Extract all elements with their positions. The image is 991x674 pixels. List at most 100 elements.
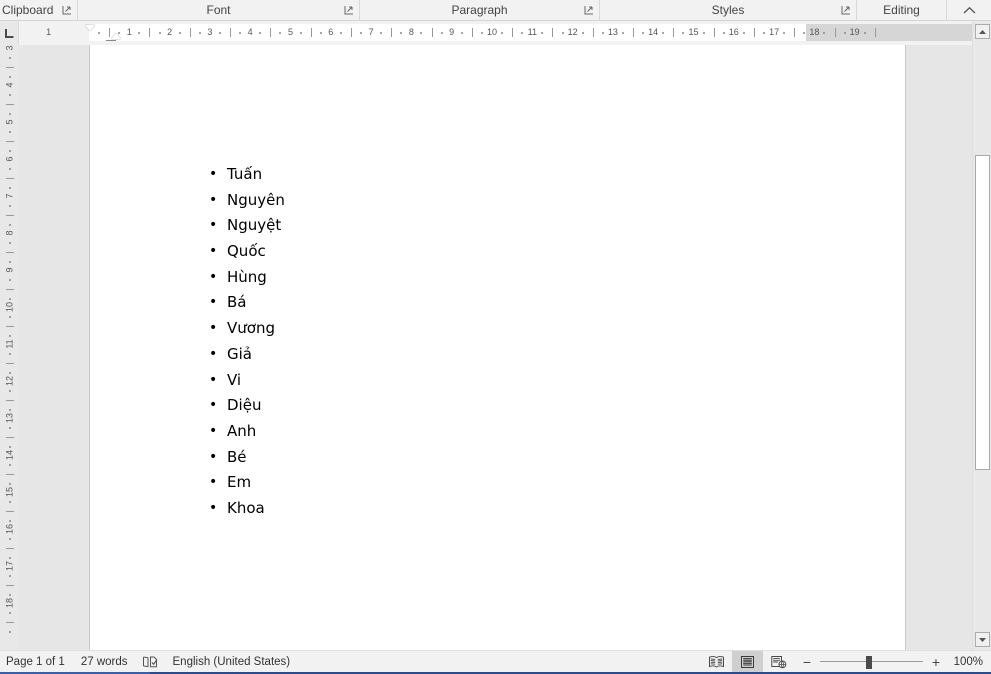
- ruler-minor-tick: [300, 32, 302, 34]
- list-item[interactable]: •Diệu: [195, 393, 695, 419]
- ruler-minor-tick: [461, 32, 463, 34]
- vertical-ruler-half-tick: [6, 585, 14, 586]
- ruler-minor-tick: [219, 32, 221, 34]
- vertical-ruler-minor-tick: [9, 631, 11, 633]
- status-language[interactable]: English (United States): [165, 651, 299, 673]
- ruler-number-11: 11: [525, 24, 539, 41]
- zoom-in-button[interactable]: +: [929, 655, 943, 669]
- vertical-scrollbar[interactable]: [972, 21, 991, 650]
- list-item[interactable]: •Giả: [195, 342, 695, 368]
- vertical-ruler-minor-tick: [9, 131, 11, 133]
- list-item[interactable]: •Vương: [195, 316, 695, 342]
- ribbon-group-styles[interactable]: Styles: [600, 0, 857, 21]
- ruler-minor-tick: [743, 32, 745, 34]
- vertical-ruler-minor-tick: [9, 261, 11, 263]
- list-item-label: Anh: [227, 422, 256, 440]
- clipboard-dialog-launcher-icon[interactable]: [62, 5, 72, 15]
- first-line-indent-marker[interactable]: [85, 25, 95, 31]
- vertical-ruler-minor-tick: [9, 427, 11, 429]
- ruler-minor-tick: [602, 32, 604, 34]
- view-button-print-layout[interactable]: [732, 651, 763, 673]
- vertical-ruler-minor-tick: [9, 76, 11, 78]
- list-item[interactable]: •Vi: [195, 368, 695, 394]
- status-word-count[interactable]: 27 words: [73, 651, 136, 673]
- vertical-ruler-number-7: 7: [3, 187, 17, 206]
- vertical-ruler-minor-tick: [9, 520, 11, 522]
- ruler-half-tick: [391, 28, 392, 37]
- scroll-up-icon[interactable]: [975, 24, 990, 39]
- vertical-ruler-number-12: 12: [3, 372, 17, 391]
- list-item-label: Quốc: [227, 242, 266, 260]
- ribbon-group-clipboard[interactable]: Clipboard: [0, 0, 78, 21]
- ruler-half-tick: [270, 28, 271, 37]
- tab-stop-selector-button[interactable]: [0, 21, 19, 45]
- zoom-control[interactable]: − +: [794, 655, 949, 669]
- list-item[interactable]: •Em: [195, 470, 695, 496]
- zoom-slider-thumb[interactable]: [866, 656, 872, 669]
- list-item-label: Nguyệt: [227, 216, 281, 234]
- scroll-down-icon[interactable]: [975, 632, 990, 647]
- list-item-label: Hùng: [227, 268, 267, 286]
- chevron-up-icon[interactable]: [947, 0, 991, 21]
- ribbon-group-editing[interactable]: Editing: [857, 0, 947, 21]
- vertical-ruler-number-3: 3: [3, 45, 17, 58]
- vertical-ruler-minor-tick: [9, 205, 11, 207]
- list-item[interactable]: • Nguyệt: [195, 213, 695, 239]
- vertical-ruler[interactable]: 3456789101112131415161718: [0, 45, 19, 650]
- list-item[interactable]: • Hùng: [195, 265, 695, 291]
- word-document-window: Clipboard Font Paragraph Styles Editing: [0, 0, 991, 674]
- list-item-label: Vi: [227, 371, 241, 389]
- bullet-icon: •: [209, 316, 217, 342]
- bulleted-name-list[interactable]: •Tuấn•Nguyên•Nguyệt•Quốc•Hùng•Bá•Vương•G…: [195, 162, 695, 522]
- document-page[interactable]: •Tuấn•Nguyên•Nguyệt•Quốc•Hùng•Bá•Vương•G…: [89, 45, 906, 650]
- zoom-out-button[interactable]: −: [800, 655, 814, 669]
- vertical-ruler-minor-tick: [9, 483, 11, 485]
- ruler-half-tick: [714, 28, 715, 37]
- list-item[interactable]: •Bá: [195, 290, 695, 316]
- font-dialog-launcher-icon[interactable]: [344, 5, 354, 15]
- vertical-scrollbar-thumb[interactable]: [975, 155, 990, 470]
- bullet-icon: •: [209, 213, 217, 239]
- ruler-minor-tick: [481, 32, 483, 34]
- hanging-indent-marker[interactable]: [111, 33, 121, 39]
- bullet-icon: •: [209, 265, 217, 291]
- vertical-ruler-half-tick: [6, 178, 14, 179]
- zoom-slider[interactable]: [820, 655, 923, 669]
- left-indent-marker[interactable]: [106, 40, 116, 41]
- ruler-number-9: 9: [445, 24, 459, 41]
- bullet-icon: •: [209, 188, 217, 214]
- ruler-number-15: 15: [687, 24, 701, 41]
- list-item[interactable]: •Anh: [195, 419, 695, 445]
- list-item-label: Em: [227, 473, 251, 491]
- list-item[interactable]: •Quốc: [195, 239, 695, 265]
- vertical-ruler-number-17: 17: [3, 557, 17, 576]
- proofing-errors-icon[interactable]: [136, 651, 165, 673]
- ruler-half-tick: [149, 28, 150, 37]
- view-button-read-mode[interactable]: [701, 651, 732, 673]
- vertical-ruler-number-8: 8: [3, 224, 17, 243]
- list-item[interactable]: •Nguyên: [195, 188, 695, 214]
- bullet-icon: •: [209, 445, 217, 471]
- vertical-ruler-number-11: 11: [3, 335, 17, 354]
- ribbon-group-paragraph[interactable]: Paragraph: [360, 0, 600, 21]
- view-button-web-layout[interactable]: [763, 651, 794, 673]
- list-item-label: Tuấn: [227, 165, 262, 183]
- paragraph-dialog-launcher-icon[interactable]: [584, 5, 594, 15]
- ruler-number-18: 18: [807, 24, 821, 41]
- zoom-level-button[interactable]: 100%: [949, 656, 991, 668]
- status-page-indicator[interactable]: Page 1 of 1: [0, 651, 73, 673]
- document-canvas[interactable]: •Tuấn•Nguyên•Nguyệt•Quốc•Hùng•Bá•Vương•G…: [19, 45, 972, 650]
- vertical-ruler-half-tick: [6, 363, 14, 364]
- styles-dialog-launcher-icon[interactable]: [841, 5, 851, 15]
- list-item[interactable]: •Bé: [195, 445, 695, 471]
- ruler-half-tick: [432, 28, 433, 37]
- ruler-half-tick: [109, 28, 110, 37]
- vertical-ruler-number-18: 18: [3, 594, 17, 613]
- horizontal-ruler[interactable]: 2112345678910111213141516171819: [19, 24, 972, 41]
- ribbon-group-font[interactable]: Font: [78, 0, 360, 21]
- status-language-text: English (United States): [173, 656, 291, 668]
- vertical-ruler-half-tick: [6, 252, 14, 253]
- list-item[interactable]: •Khoa: [195, 496, 695, 522]
- vertical-ruler-minor-tick: [9, 446, 11, 448]
- list-item[interactable]: •Tuấn: [195, 162, 695, 188]
